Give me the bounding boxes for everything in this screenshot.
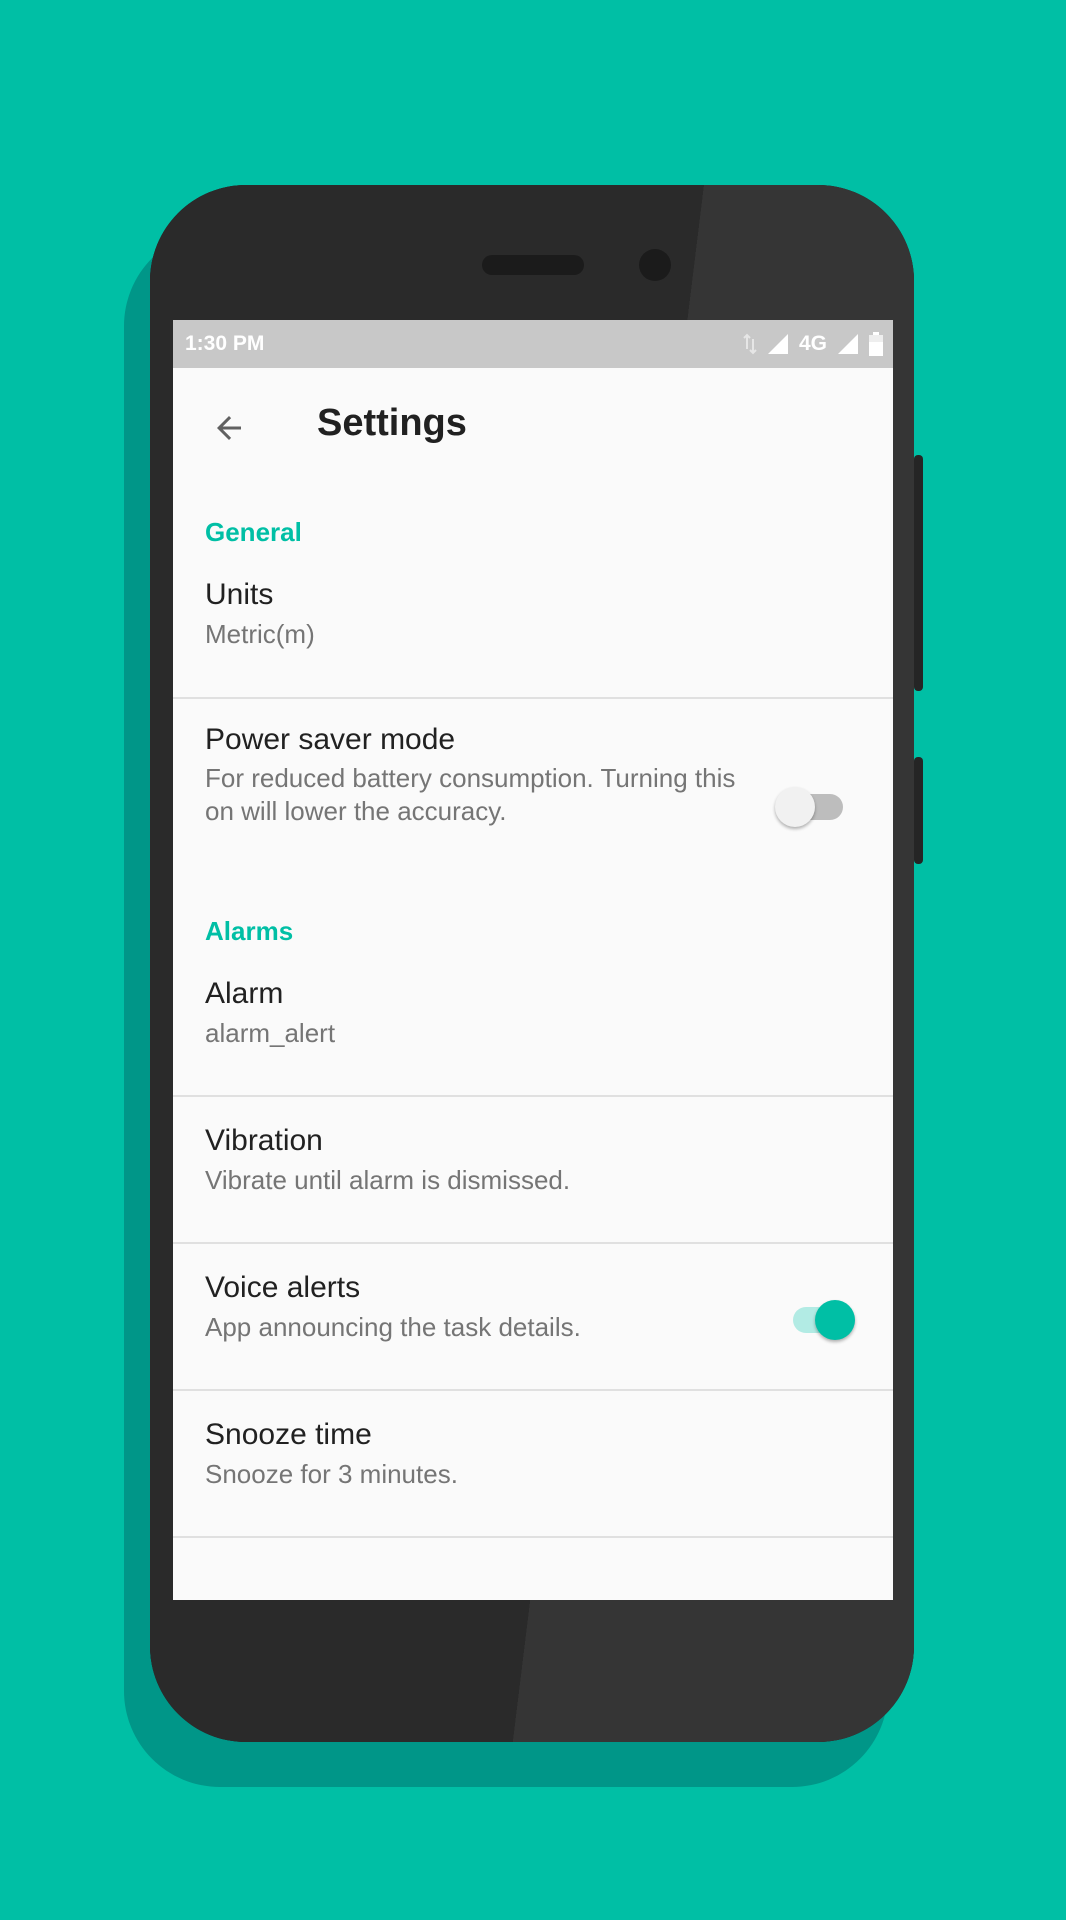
screen: 1:30 PM 4G Settings General Units Metric…	[173, 320, 893, 1600]
section-header-general: General	[205, 517, 302, 547]
setting-title: Snooze time	[205, 1418, 372, 1451]
setting-power-saver[interactable]: Power saver mode For reduced battery con…	[173, 699, 893, 899]
setting-alarm[interactable]: Alarm alarm_alert	[173, 955, 893, 1095]
status-time: 1:30 PM	[185, 332, 265, 355]
side-button-volume	[914, 455, 923, 691]
setting-summary: alarm_alert	[205, 1018, 336, 1048]
setting-title: Units	[205, 578, 274, 611]
section-header-alarms: Alarms	[205, 916, 294, 946]
back-button[interactable]	[201, 400, 257, 456]
setting-summary: Snooze for 3 minutes.	[205, 1459, 458, 1489]
signal-icon	[767, 334, 788, 354]
page-title: Settings	[317, 402, 467, 444]
status-icons: 4G	[743, 330, 883, 358]
arrow-back-icon	[217, 416, 241, 440]
battery-icon	[869, 332, 883, 356]
setting-title: Voice alerts	[205, 1271, 361, 1304]
setting-voice-alerts[interactable]: Voice alerts App announcing the task det…	[173, 1244, 893, 1389]
setting-summary: Metric(m)	[205, 619, 315, 649]
setting-title: Vibration	[205, 1124, 323, 1157]
switch-thumb	[775, 787, 815, 827]
setting-summary: Vibrate until alarm is dismissed.	[205, 1165, 571, 1195]
divider	[173, 1536, 893, 1538]
setting-summary: App announcing the task details.	[205, 1312, 581, 1342]
setting-vibration[interactable]: Vibration Vibrate until alarm is dismiss…	[173, 1097, 893, 1242]
status-bar: 1:30 PM 4G	[173, 320, 893, 368]
front-camera	[639, 249, 671, 281]
setting-units[interactable]: Units Metric(m)	[173, 556, 893, 705]
setting-snooze-time[interactable]: Snooze time Snooze for 3 minutes.	[173, 1391, 893, 1536]
setting-title: Alarm	[205, 977, 284, 1010]
switch-thumb	[815, 1300, 855, 1340]
signal-icon-2	[838, 334, 858, 354]
speaker-grille	[482, 255, 584, 275]
network-type: 4G	[798, 332, 827, 355]
app-bar: Settings	[173, 368, 893, 480]
side-button-power	[914, 757, 923, 864]
setting-title: Power saver mode	[205, 723, 456, 756]
data-transfer-icon	[743, 333, 757, 355]
setting-summary: For reduced battery consumption. Turning…	[205, 763, 736, 826]
